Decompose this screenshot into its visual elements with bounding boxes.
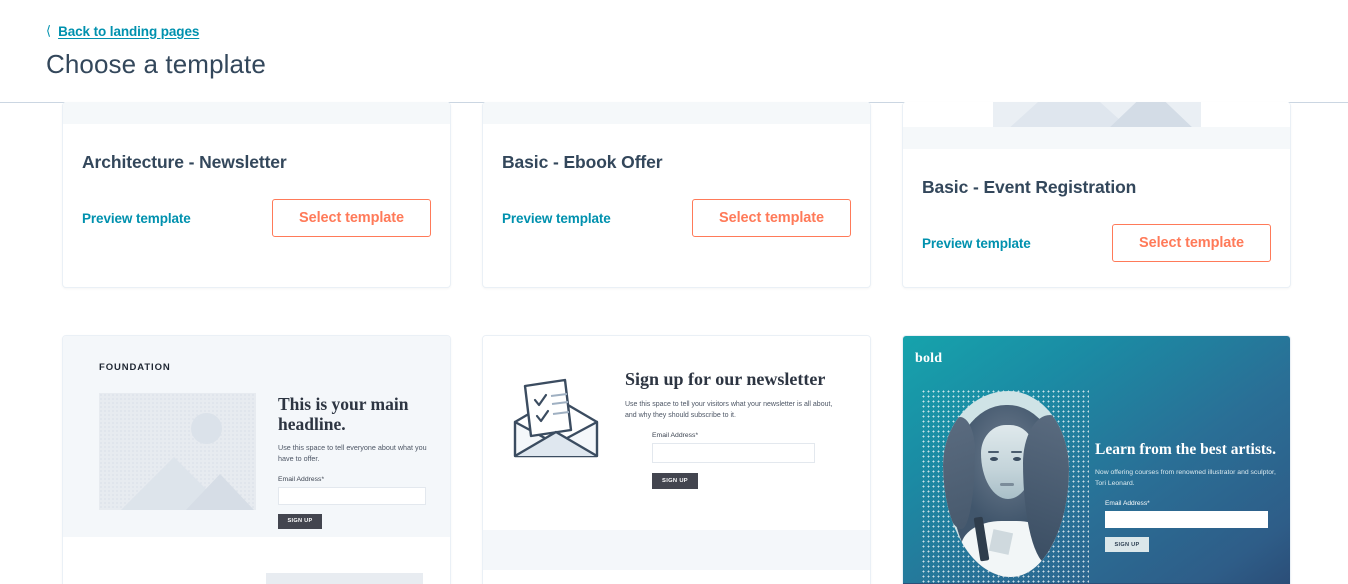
template-card-info: Architecture - Newsletter Preview templa…	[63, 124, 450, 237]
template-title: Basic - Ebook Offer	[502, 152, 663, 172]
preview-template-link[interactable]: Preview template	[82, 211, 191, 226]
preview-signup-button[interactable]: SIGN UP	[278, 513, 322, 529]
preview-logo: FOUNDATION	[99, 362, 171, 373]
template-card-info: Basic - Ebook Offer Preview template Sel…	[483, 124, 870, 237]
template-row-1: Architecture - Newsletter Preview templa…	[62, 102, 1348, 288]
template-card[interactable]: Basic - Event Registration Preview templ…	[902, 102, 1291, 288]
preview-headline: Sign up for our newsletter	[625, 369, 826, 389]
envelope-letter-icon	[505, 364, 607, 530]
preview-field-label: Email Address*	[278, 475, 325, 483]
preview-email-input[interactable]	[652, 443, 815, 464]
template-card[interactable]: Architecture - Newsletter Preview templa…	[62, 102, 451, 288]
select-template-button[interactable]: Select template	[272, 199, 431, 237]
template-title: Architecture - Newsletter	[82, 152, 287, 172]
template-preview-bold: bold Learn from the best artists. Now of…	[903, 336, 1290, 583]
preview-template-link[interactable]: Preview template	[502, 211, 611, 226]
template-preview-foundation: FOUNDATION This is your main headline. U…	[63, 336, 450, 537]
template-row-2: FOUNDATION This is your main headline. U…	[62, 335, 1348, 584]
portrait-photo	[915, 379, 1095, 583]
template-card-actions: Preview template Select template	[922, 224, 1271, 262]
preview-headline: Learn from the best artists.	[1095, 441, 1276, 458]
preview-email-input[interactable]	[278, 486, 426, 505]
preview-signup-button[interactable]: SIGN UP	[1105, 537, 1149, 553]
page-title: Choose a template	[46, 49, 266, 79]
preview-field-label: Email Address*	[1105, 500, 1150, 508]
page-header: ⟨ Back to landing pages Choose a templat…	[0, 0, 1348, 103]
template-card[interactable]: Sign up for our newsletter Use this spac…	[482, 335, 871, 584]
preview-footer-section	[483, 530, 870, 570]
preview-email-input[interactable]	[1105, 511, 1268, 529]
preview-tail-section	[483, 570, 870, 584]
template-card-actions: Preview template Select template	[82, 199, 431, 237]
select-template-button[interactable]: Select template	[692, 199, 851, 237]
template-card[interactable]: Basic - Ebook Offer Preview template Sel…	[482, 102, 871, 288]
template-thumbnail	[903, 102, 1290, 127]
preview-subtext: Now offering courses from renowned illus…	[1095, 468, 1276, 487]
image-placeholder-icon	[992, 102, 1201, 127]
template-card[interactable]: bold Learn from the best artists. Now of…	[902, 335, 1291, 584]
preview-subtext: Use this space to tell your visitors wha…	[625, 400, 833, 419]
back-to-landing-pages-link[interactable]: Back to landing pages	[58, 24, 199, 39]
template-card-actions: Preview template Select template	[502, 199, 851, 237]
breadcrumb: ⟨ Back to landing pages	[46, 22, 1348, 40]
preview-field-label: Email Address*	[652, 432, 699, 440]
thumbnail-divider	[903, 127, 1290, 149]
placeholder-block	[266, 573, 423, 584]
preview-headline: This is your main headline.	[278, 394, 409, 434]
template-preview-newsletter: Sign up for our newsletter Use this spac…	[483, 336, 870, 530]
template-title: Basic - Event Registration	[922, 177, 1137, 197]
preview-footer-section	[63, 537, 450, 584]
select-template-button[interactable]: Select template	[1112, 224, 1271, 262]
preview-logo: bold	[915, 351, 943, 366]
preview-subtext: Use this space to tell everyone about wh…	[278, 443, 427, 463]
image-placeholder-icon	[99, 393, 256, 510]
preview-signup-button[interactable]: SIGN UP	[652, 473, 698, 490]
thumbnail-divider	[483, 102, 870, 124]
template-card-info: Basic - Event Registration Preview templ…	[903, 149, 1290, 262]
thumbnail-divider	[63, 102, 450, 124]
preview-template-link[interactable]: Preview template	[922, 236, 1031, 251]
chevron-left-icon: ⟨	[46, 22, 52, 38]
template-grid: Architecture - Newsletter Preview templa…	[0, 102, 1348, 584]
template-card[interactable]: FOUNDATION This is your main headline. U…	[62, 335, 451, 584]
